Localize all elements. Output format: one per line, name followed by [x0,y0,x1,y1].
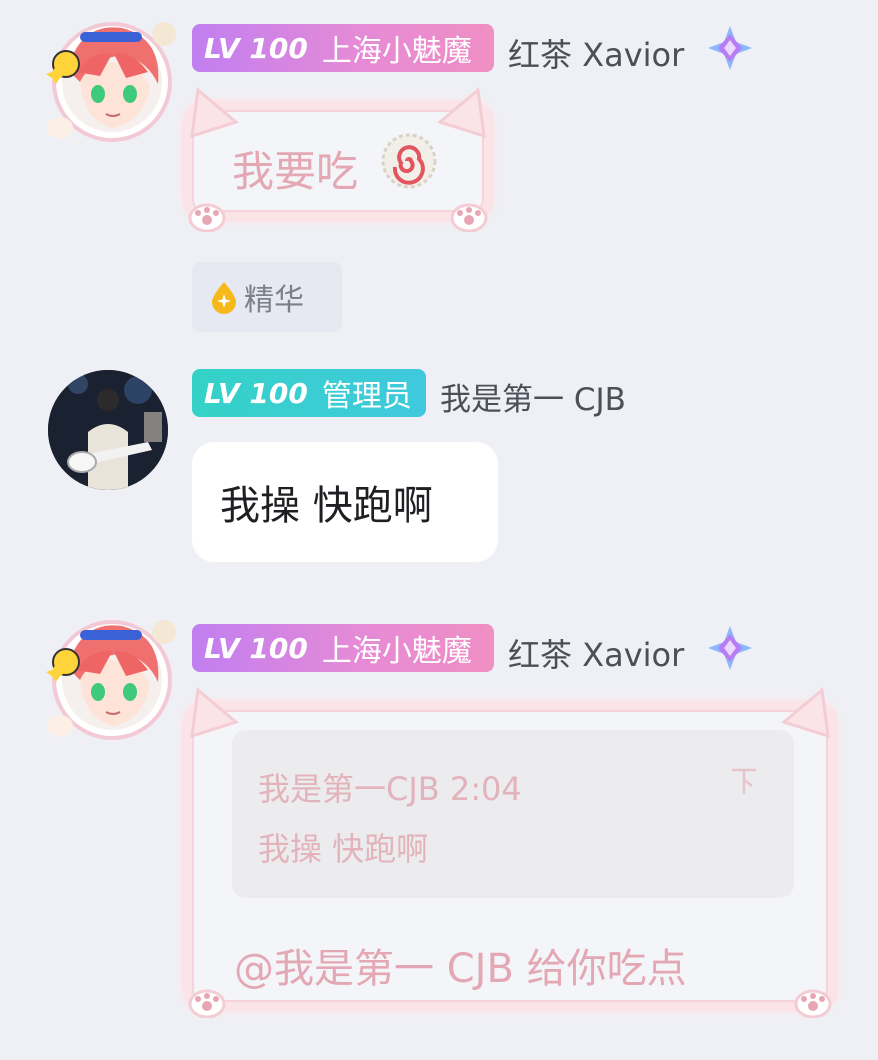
quote-author-time: 我是第一CJB 2:04 [258,770,522,808]
pin-icon[interactable] [728,766,760,798]
quoted-message[interactable]: 我是第一CJB 2:04 我操 快跑啊 [232,730,794,898]
quote-text: 我操 快跑啊 [258,830,429,868]
message-bubble[interactable]: 我操 快跑啊 [192,442,498,562]
anime-girl-avatar-icon [46,620,176,740]
badge-title: 上海小魅魔 [321,634,472,669]
drop-icon [212,282,236,314]
nickname[interactable]: 红茶 Xavior [508,630,684,676]
level-label: LV 100 [204,376,308,410]
user-level-badge[interactable]: LV 100 管理员 [192,369,426,417]
nickname-text: 红茶 Xavior [508,36,685,74]
nickname-text: 我是第一 CJB [440,382,626,418]
message-bubble[interactable]: 我要吃 [182,87,494,232]
cat-paw-icon [794,989,832,1018]
avatar[interactable] [40,608,180,748]
level-label: LV 100 [204,631,308,665]
cat-ear-icon [190,687,240,739]
guitarist-photo-icon [48,370,168,490]
nickname[interactable]: 红茶 Xavior [508,30,684,76]
cat-paw-icon [188,989,226,1018]
badge-title: 管理员 [321,379,412,414]
diamond-crystal-icon[interactable] [706,624,754,672]
essence-tag[interactable]: 精华 [192,262,342,332]
user-level-badge[interactable]: LV 100 上海小魅魔 [192,24,494,72]
cat-ear-icon [190,87,240,139]
level-label: LV 100 [204,31,308,65]
badge-title: 上海小魅魔 [321,34,472,69]
message-text: 我操 快跑啊 [220,483,433,529]
cat-paw-icon [188,203,226,232]
nickname[interactable]: 我是第一 CJB [440,374,626,419]
essence-label: 精华 [244,283,304,318]
message-text: @我是第一 CJB 给你吃点 [234,946,687,992]
diamond-crystal-icon[interactable] [706,24,754,72]
message-text: 我要吃 [232,147,359,196]
cat-paw-icon [450,203,488,232]
anime-girl-avatar-icon [46,22,176,142]
user-level-badge[interactable]: LV 100 上海小魅魔 [192,624,494,672]
naruto-fishcake-icon [381,133,437,189]
nickname-text: 红茶 Xavior [508,636,685,674]
avatar[interactable] [48,370,168,490]
avatar[interactable] [40,10,180,150]
cat-ear-icon [436,87,486,139]
